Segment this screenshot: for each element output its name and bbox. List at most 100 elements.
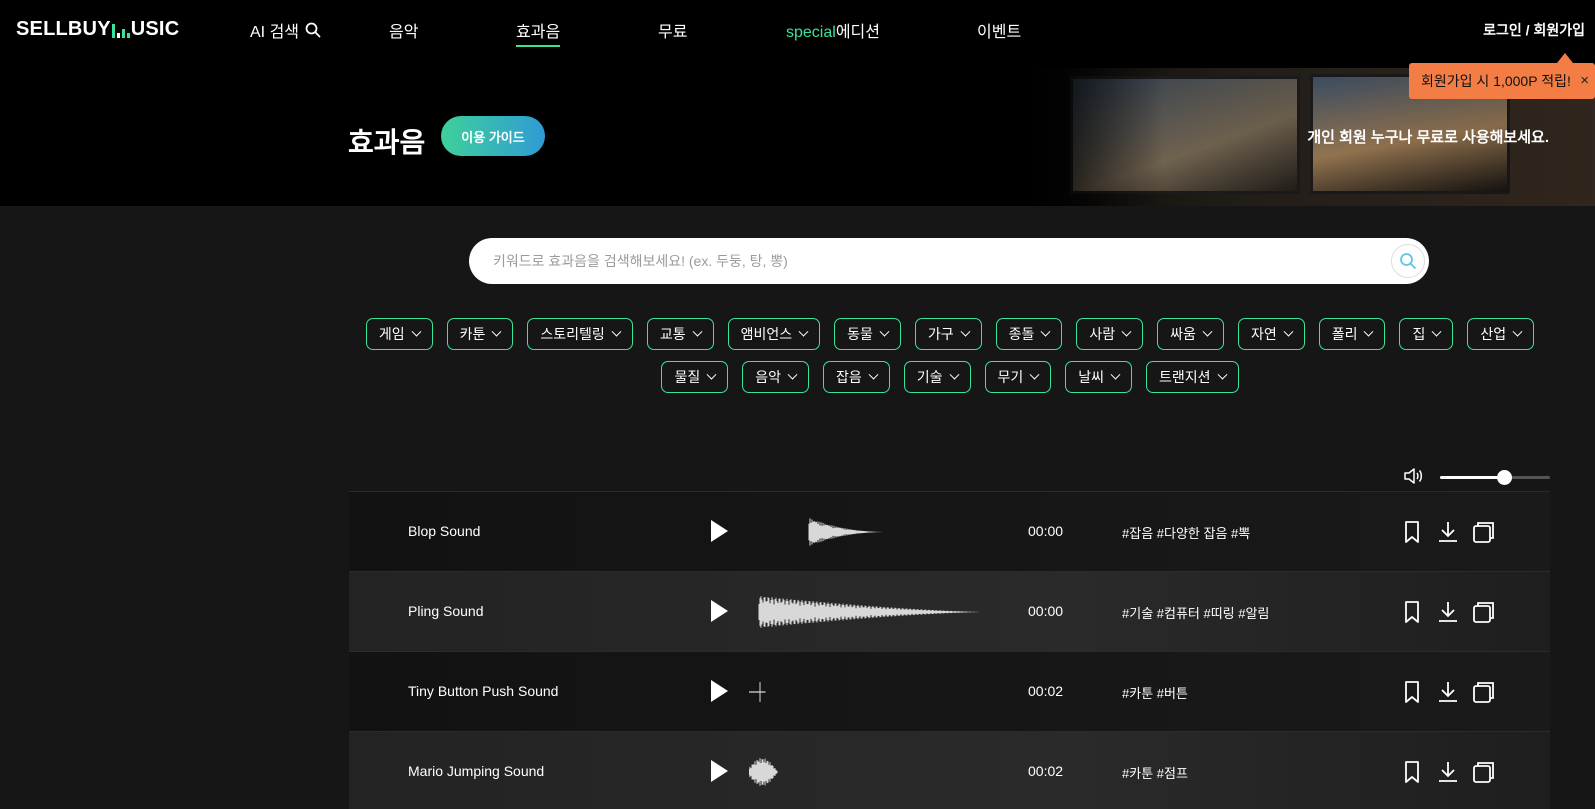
bookmark-button[interactable] xyxy=(1400,760,1424,784)
sound-title[interactable]: Tiny Button Push Sound xyxy=(408,683,558,699)
download-button[interactable] xyxy=(1436,520,1460,544)
bookmark-button[interactable] xyxy=(1400,680,1424,704)
category-chip[interactable]: 잡음 xyxy=(822,361,890,393)
top-nav: SELLBUY USIC AI 검색 음악 효과음 무료 special에디션 … xyxy=(0,0,1595,58)
sound-tags[interactable]: #잡음 #다양한 잡음 #뽁 xyxy=(1122,523,1250,542)
category-chip[interactable]: 종돌 xyxy=(995,318,1063,350)
category-chip-label: 음악 xyxy=(755,369,781,385)
search-icon xyxy=(305,22,321,38)
bookmark-button[interactable] xyxy=(1400,600,1424,624)
download-button[interactable] xyxy=(1436,680,1460,704)
category-chip-label: 카툰 xyxy=(459,326,486,342)
nav-ai-search[interactable]: AI 검색 xyxy=(250,18,321,42)
category-chip-label: 물질 xyxy=(674,369,701,385)
category-chip[interactable]: 음악 xyxy=(742,361,809,393)
sound-duration: 00:00 xyxy=(1028,523,1064,539)
chevron-down-icon xyxy=(1512,326,1523,337)
bookmark-icon[interactable] xyxy=(1400,760,1424,784)
login-signup-link[interactable]: 로그인 / 회원가입 xyxy=(1483,20,1585,40)
waveform[interactable] xyxy=(749,592,999,632)
play-icon[interactable] xyxy=(711,760,728,782)
nav-sfx[interactable]: 효과음 xyxy=(516,18,561,47)
sound-tags[interactable]: #카툰 #점프 xyxy=(1122,763,1188,782)
category-chip-label: 산업 xyxy=(1480,326,1507,342)
bookmark-icon[interactable] xyxy=(1400,680,1424,704)
sound-row: Tiny Button Push Sound 00:02 #카툰 #버튼 xyxy=(349,651,1550,731)
sound-tags[interactable]: #카툰 #버튼 xyxy=(1122,683,1188,702)
nav-free[interactable]: 무료 xyxy=(658,18,687,42)
category-chip[interactable]: 폴리 xyxy=(1318,318,1386,350)
category-chip-label: 앰비언스 xyxy=(740,326,793,342)
search-button[interactable] xyxy=(1391,244,1425,278)
sound-title[interactable]: Blop Sound xyxy=(408,523,480,539)
copy-icon[interactable] xyxy=(1472,680,1496,704)
category-chip-label: 폴리 xyxy=(1331,326,1358,342)
waveform[interactable] xyxy=(749,752,999,792)
chevron-down-icon xyxy=(1121,326,1132,337)
copy-icon[interactable] xyxy=(1472,760,1496,784)
copy-icon[interactable] xyxy=(1472,520,1496,544)
category-chip[interactable]: 무기 xyxy=(984,361,1052,393)
nav-event[interactable]: 이벤트 xyxy=(977,18,1021,42)
usage-guide-button[interactable]: 이용 가이드 xyxy=(441,116,545,156)
copy-button[interactable] xyxy=(1472,520,1496,544)
category-chip[interactable]: 가구 xyxy=(914,318,982,350)
category-chip[interactable]: 날씨 xyxy=(1065,361,1133,393)
category-chip[interactable]: 동물 xyxy=(834,318,901,350)
category-chip[interactable]: 앰비언스 xyxy=(727,318,821,350)
chevron-down-icon xyxy=(960,326,971,337)
close-icon[interactable]: × xyxy=(1580,72,1589,89)
category-chip[interactable]: 산업 xyxy=(1467,318,1535,350)
nav-music[interactable]: 음악 xyxy=(389,18,418,42)
bookmark-icon[interactable] xyxy=(1400,600,1424,624)
copy-icon[interactable] xyxy=(1472,600,1496,624)
category-chip[interactable]: 기술 xyxy=(903,361,971,393)
copy-button[interactable] xyxy=(1472,760,1496,784)
category-chip[interactable]: 스토리텔링 xyxy=(527,318,633,350)
category-chip[interactable]: 물질 xyxy=(661,361,729,393)
bookmark-icon[interactable] xyxy=(1400,520,1424,544)
speaker-icon[interactable] xyxy=(1404,467,1424,485)
logo[interactable]: SELLBUY USIC xyxy=(16,18,179,41)
download-icon[interactable] xyxy=(1436,760,1460,784)
category-chip-label: 무기 xyxy=(997,369,1024,385)
volume-knob[interactable] xyxy=(1497,470,1512,485)
play-icon[interactable] xyxy=(711,680,728,702)
sound-title[interactable]: Mario Jumping Sound xyxy=(408,763,544,779)
category-chip[interactable]: 교통 xyxy=(646,318,714,350)
category-chip-label: 기술 xyxy=(916,369,943,385)
search-icon xyxy=(1400,253,1417,270)
bookmark-button[interactable] xyxy=(1400,520,1424,544)
category-chip[interactable]: 트랜지션 xyxy=(1146,361,1239,393)
chevron-down-icon xyxy=(1431,326,1442,337)
search-input[interactable] xyxy=(493,238,1353,284)
category-chip[interactable]: 싸움 xyxy=(1157,318,1224,350)
download-icon[interactable] xyxy=(1436,520,1460,544)
copy-button[interactable] xyxy=(1472,680,1496,704)
download-icon[interactable] xyxy=(1436,600,1460,624)
download-icon[interactable] xyxy=(1436,680,1460,704)
copy-button[interactable] xyxy=(1472,600,1496,624)
sound-title[interactable]: Pling Sound xyxy=(408,603,484,619)
download-button[interactable] xyxy=(1436,760,1460,784)
chevron-down-icon xyxy=(1217,369,1228,380)
search-bar xyxy=(469,238,1429,284)
category-chip[interactable]: 사람 xyxy=(1076,318,1144,350)
volume-slider[interactable] xyxy=(1440,470,1550,485)
category-chip-label: 스토리텔링 xyxy=(540,326,605,342)
category-chip-label: 날씨 xyxy=(1078,369,1105,385)
play-icon[interactable] xyxy=(711,520,728,542)
nav-special-edition[interactable]: special에디션 xyxy=(786,18,880,42)
category-chip[interactable]: 자연 xyxy=(1237,318,1305,350)
waveform[interactable] xyxy=(749,512,999,552)
chevron-down-icon xyxy=(411,326,422,337)
category-chip-label: 집 xyxy=(1412,326,1426,342)
category-chip[interactable]: 게임 xyxy=(365,318,433,350)
download-button[interactable] xyxy=(1436,600,1460,624)
chevron-down-icon xyxy=(706,369,717,380)
category-chip[interactable]: 집 xyxy=(1399,318,1454,350)
waveform[interactable] xyxy=(749,672,999,712)
sound-tags[interactable]: #기술 #컴퓨터 #띠링 #알림 xyxy=(1122,603,1269,622)
play-icon[interactable] xyxy=(711,600,728,622)
category-chip[interactable]: 카툰 xyxy=(446,318,514,350)
